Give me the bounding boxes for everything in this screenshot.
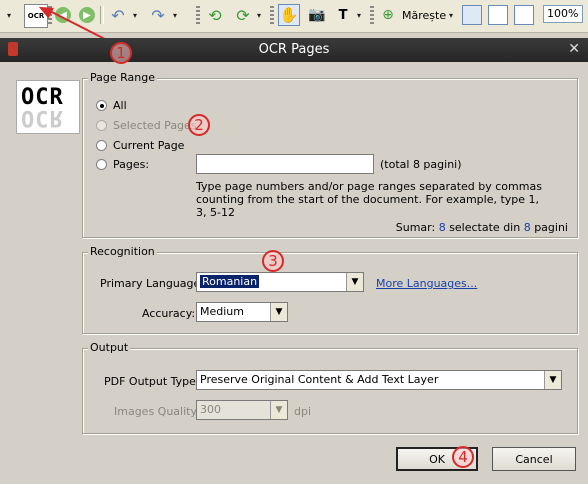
radio-pages-label[interactable]: Pages: xyxy=(113,158,149,171)
chevron-down-icon[interactable]: ▼ xyxy=(346,273,363,291)
more-languages-link[interactable]: More Languages... xyxy=(376,277,477,290)
toolbar-grip[interactable] xyxy=(270,6,274,24)
accuracy-label: Accuracy: xyxy=(142,307,196,320)
chevron-down-icon: ▼ xyxy=(270,401,287,419)
hand-tool-icon[interactable]: ✋ xyxy=(278,4,300,26)
images-quality-value: 300 xyxy=(200,403,221,416)
forward-icon[interactable]: ▶ xyxy=(78,4,96,26)
pages-input[interactable] xyxy=(196,154,374,174)
toolbar-grip[interactable] xyxy=(370,6,374,24)
annotation-marker-3: 3 xyxy=(262,250,284,272)
zoom-in-label[interactable]: Mărește xyxy=(402,9,446,22)
radio-pages-indicator[interactable] xyxy=(96,159,107,170)
redo-icon[interactable]: ↷ xyxy=(146,4,170,26)
fit-width-icon[interactable] xyxy=(514,5,534,25)
radio-all[interactable]: All xyxy=(96,99,127,112)
radio-current-page-indicator[interactable] xyxy=(96,140,107,151)
radio-current-page[interactable]: Current Page xyxy=(96,139,184,152)
radio-current-page-label[interactable]: Current Page xyxy=(113,139,184,152)
summary-suffix: pagini xyxy=(534,221,568,234)
radio-all-indicator[interactable] xyxy=(96,100,107,111)
primary-language-select[interactable]: Romanian ▼ xyxy=(196,272,364,292)
annotation-marker-4: 4 xyxy=(452,446,474,468)
rotate-right-icon[interactable]: ⟳ xyxy=(232,4,254,26)
cancel-button[interactable]: Cancel xyxy=(492,447,576,471)
recognition-group: Recognition xyxy=(82,245,578,334)
toolbar-separator xyxy=(100,6,104,24)
radio-pages[interactable]: Pages: xyxy=(96,158,149,171)
radio-selected-pages-indicator xyxy=(96,120,107,131)
actual-size-icon[interactable] xyxy=(462,5,482,25)
page-range-label: Page Range xyxy=(88,71,157,84)
dpi-label: dpi xyxy=(294,405,312,418)
accuracy-select[interactable]: Medium ▼ xyxy=(196,302,288,322)
pdf-output-type-select[interactable]: Preserve Original Content & Add Text Lay… xyxy=(196,370,562,390)
redo-dropdown-arrow[interactable]: ▾ xyxy=(170,4,180,26)
annotation-marker-1: 1 xyxy=(110,42,132,64)
main-toolbar: ▾ OCR ◀ ▶ ↶ ▾ ↷ ▾ ⟲ ⟳ ▾ ✋ 📷 T ▾ ⊕ Măreșt… xyxy=(0,0,588,33)
zoom-input[interactable]: 100% xyxy=(543,5,583,23)
dialog-title: OCR Pages xyxy=(258,42,330,57)
output-label: Output xyxy=(88,341,131,354)
summary-selected-count: 8 xyxy=(438,221,446,234)
chevron-down-icon[interactable]: ▼ xyxy=(270,303,287,321)
radio-all-label[interactable]: All xyxy=(113,99,127,112)
summary-total-count: 8 xyxy=(523,221,531,234)
primary-language-label: Primary Language: xyxy=(100,277,204,290)
rotate-left-icon[interactable]: ⟲ xyxy=(204,4,226,26)
select-text-icon[interactable]: T xyxy=(332,4,354,26)
pdf-output-type-value: Preserve Original Content & Add Text Lay… xyxy=(200,373,439,386)
summary-middle: selectate din xyxy=(449,221,521,234)
toolbar-grip[interactable] xyxy=(196,6,200,24)
rotate-dropdown-arrow[interactable]: ▾ xyxy=(254,4,264,26)
toolbar-dropdown-arrow[interactable]: ▾ xyxy=(4,4,14,26)
pdf-output-type-label: PDF Output Type: xyxy=(104,375,200,388)
chevron-down-icon[interactable]: ▼ xyxy=(544,371,561,389)
select-dropdown-arrow[interactable]: ▾ xyxy=(354,4,364,26)
ocr-logo: OCR OCR xyxy=(16,80,80,134)
recognition-label: Recognition xyxy=(88,245,157,258)
undo-icon[interactable]: ↶ xyxy=(106,4,130,26)
radio-selected-pages: Selected Pages xyxy=(96,119,197,132)
ocr-logo-reflection: OCR xyxy=(21,105,64,130)
close-icon[interactable]: ✕ xyxy=(568,41,580,57)
accuracy-value: Medium xyxy=(200,305,244,318)
images-quality-label: Images Quality: xyxy=(114,405,200,418)
zoom-dropdown-arrow[interactable]: ▾ xyxy=(446,4,456,26)
page-summary: Sumar: 8 selectate din 8 pagini xyxy=(396,221,568,234)
output-group: Output xyxy=(82,341,578,434)
dialog-titlebar[interactable]: OCR Pages ✕ xyxy=(0,38,588,62)
summary-prefix: Sumar: xyxy=(395,221,436,234)
pages-help-text: Type page numbers and/or page ranges sep… xyxy=(196,180,542,219)
primary-language-value: Romanian xyxy=(200,275,260,288)
annotation-marker-2: 2 xyxy=(188,114,210,136)
images-quality-select: 300 ▼ xyxy=(196,400,288,420)
pages-total: (total 8 pagini) xyxy=(380,158,462,171)
undo-dropdown-arrow[interactable]: ▾ xyxy=(130,4,140,26)
radio-selected-pages-label: Selected Pages xyxy=(113,119,197,132)
fit-page-icon[interactable] xyxy=(488,5,508,25)
zoom-in-icon[interactable]: ⊕ xyxy=(378,4,398,26)
snapshot-icon[interactable]: 📷 xyxy=(306,4,328,26)
